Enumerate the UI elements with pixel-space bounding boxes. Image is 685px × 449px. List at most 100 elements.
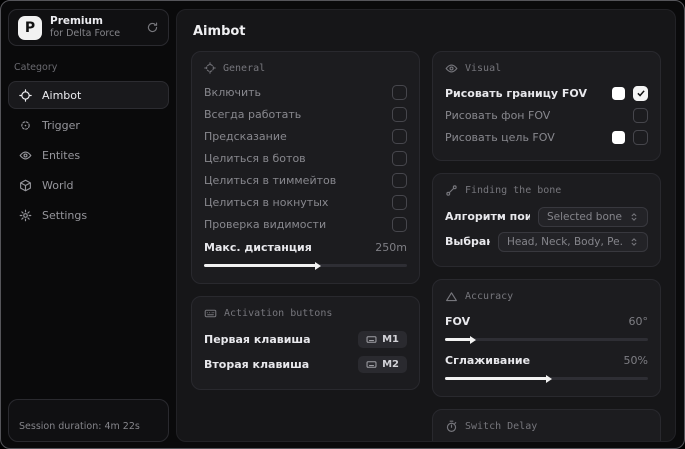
app-logo: P xyxy=(18,15,42,40)
slider-smoothing-block: Сглаживание 50% xyxy=(445,349,648,380)
page-title: Aimbot xyxy=(193,24,246,39)
session-duration: Session duration: 4m 22s xyxy=(19,421,140,432)
bone-icon xyxy=(445,184,458,197)
panel-bone-title: Finding the bone xyxy=(445,184,648,197)
panel-columns: General Включить Всегда работать Предска… xyxy=(191,51,661,441)
sidebar-item-label: Settings xyxy=(42,208,88,222)
premium-card: P Premium for Delta Force xyxy=(8,9,169,46)
setting-label: Проверка видимости xyxy=(204,217,327,231)
slider-smoothing[interactable] xyxy=(445,377,648,380)
keybind-m1-button[interactable]: M1 xyxy=(358,331,407,348)
main-content: Aimbot General Включить Всегда работать xyxy=(176,9,676,442)
trigger-icon xyxy=(19,119,32,132)
gauge-icon xyxy=(445,290,458,303)
panel-title-text: Activation buttons xyxy=(224,308,333,319)
checkbox-target-bots[interactable] xyxy=(392,150,407,166)
stopwatch-icon xyxy=(445,420,458,433)
panel-finding-bone: Finding the bone Алгоритм поиска кост Se… xyxy=(432,173,661,267)
keyboard-icon xyxy=(366,359,377,370)
setting-label: Всегда работать xyxy=(204,107,302,121)
select-label: Выбранные кос xyxy=(445,235,490,248)
panel-visual: Visual Рисовать границу FOV Рисовать фон… xyxy=(432,51,661,161)
panel-visual-title: Visual xyxy=(445,62,648,75)
checkbox-target-knocked[interactable] xyxy=(392,194,407,210)
panel-activation-title: Activation buttons xyxy=(204,307,407,320)
panel-general-title: General xyxy=(204,62,407,74)
crosshair-icon xyxy=(204,62,216,74)
sidebar-item-world[interactable]: World xyxy=(8,171,169,199)
slider-max-distance[interactable] xyxy=(204,264,407,267)
keybind-label: Вторая клавиша xyxy=(204,358,310,371)
setting-label: Рисовать границу FOV xyxy=(445,86,587,100)
slider-fill xyxy=(204,264,316,267)
checkbox-visibility-check[interactable] xyxy=(392,216,407,232)
checkbox-target-teammates[interactable] xyxy=(392,172,407,188)
slider-value: 250m xyxy=(375,240,407,254)
checkbox-always-on[interactable] xyxy=(392,106,407,122)
slider-fov[interactable] xyxy=(445,338,648,341)
setting-label: Целиться в ботов xyxy=(204,151,306,165)
setting-label: Рисовать фон FOV xyxy=(445,108,551,122)
sidebar-nav: Aimbot Trigger Entites World Settings xyxy=(8,81,169,231)
panel-title-text: General xyxy=(223,62,266,74)
cube-icon xyxy=(19,179,32,192)
select-label: Алгоритм поиска кост xyxy=(445,210,530,223)
sidebar: P Premium for Delta Force Category Aimbo… xyxy=(1,1,176,448)
checkbox-enable[interactable] xyxy=(392,84,407,100)
unfold-icon xyxy=(629,237,639,247)
panel-accuracy: Accuracy FOV 60° Сглаживание 50% xyxy=(432,279,661,397)
sidebar-item-aimbot[interactable]: Aimbot xyxy=(8,81,169,109)
slider-label: Макс. дистанция xyxy=(204,240,312,254)
panel-title-text: Switch Delay xyxy=(465,421,538,432)
sidebar-item-settings[interactable]: Settings xyxy=(8,201,169,229)
panel-activation-buttons: Activation buttons Первая клавиша M1 Вто… xyxy=(191,296,420,390)
keybind-value: M2 xyxy=(382,359,399,370)
slider-max-distance-block: Макс. дистанция 250m xyxy=(204,236,407,267)
sidebar-item-trigger[interactable]: Trigger xyxy=(8,111,169,139)
session-card: Session duration: 4m 22s xyxy=(8,399,169,442)
checkbox-prediction[interactable] xyxy=(392,128,407,144)
checkmark-icon xyxy=(636,90,645,97)
panel-general: General Включить Всегда работать Предска… xyxy=(191,51,420,284)
panel-switch-delay-title: Switch Delay xyxy=(445,420,648,433)
keybind-value: M1 xyxy=(382,334,399,345)
select-selected-bones[interactable]: Head, Neck, Body, Pe.. xyxy=(498,231,648,252)
slider-fill xyxy=(445,377,547,380)
keybind-m2-button[interactable]: M2 xyxy=(358,356,407,373)
sidebar-item-label: Trigger xyxy=(42,118,80,132)
slider-fill xyxy=(445,338,472,341)
premium-subtitle: for Delta Force xyxy=(50,28,121,40)
sidebar-item-label: Aimbot xyxy=(42,88,82,102)
checkbox-draw-fov-background[interactable] xyxy=(633,107,648,123)
setting-label: Рисовать цель FOV xyxy=(445,130,555,144)
keyboard-icon xyxy=(204,307,217,320)
keyboard-icon xyxy=(366,334,377,345)
eye-icon xyxy=(19,149,32,162)
panel-switch-delay: Switch Delay Задержка переключения Задер… xyxy=(432,409,661,441)
category-label: Category xyxy=(14,62,58,73)
refresh-icon[interactable] xyxy=(146,21,159,34)
slider-label: FOV xyxy=(445,314,471,328)
setting-label: Целиться в нокнутых xyxy=(204,195,329,209)
unfold-icon xyxy=(629,212,639,222)
premium-text: Premium for Delta Force xyxy=(50,15,138,40)
crosshair-icon xyxy=(19,88,32,102)
left-column: General Включить Всегда работать Предска… xyxy=(191,51,420,429)
sidebar-item-label: Entites xyxy=(42,148,81,162)
checkbox-draw-fov-target[interactable] xyxy=(633,129,648,145)
eye-icon xyxy=(445,62,458,75)
row-controls xyxy=(612,129,648,145)
setting-label: Целиться в тиммейтов xyxy=(204,173,337,187)
color-swatch-fov-border[interactable] xyxy=(612,86,625,100)
sidebar-item-entites[interactable]: Entites xyxy=(8,141,169,169)
panel-title-text: Finding the bone xyxy=(465,185,562,196)
select-bone-algorithm[interactable]: Selected bone xyxy=(537,206,648,227)
sidebar-item-label: World xyxy=(42,178,74,192)
checkbox-draw-fov-border[interactable] xyxy=(633,85,648,101)
panel-title-text: Visual xyxy=(465,63,502,74)
slider-label: Сглаживание xyxy=(445,353,531,367)
color-swatch-fov-target[interactable] xyxy=(612,130,625,144)
keybind-label: Первая клавиша xyxy=(204,333,311,346)
slider-value: 60° xyxy=(628,314,649,328)
